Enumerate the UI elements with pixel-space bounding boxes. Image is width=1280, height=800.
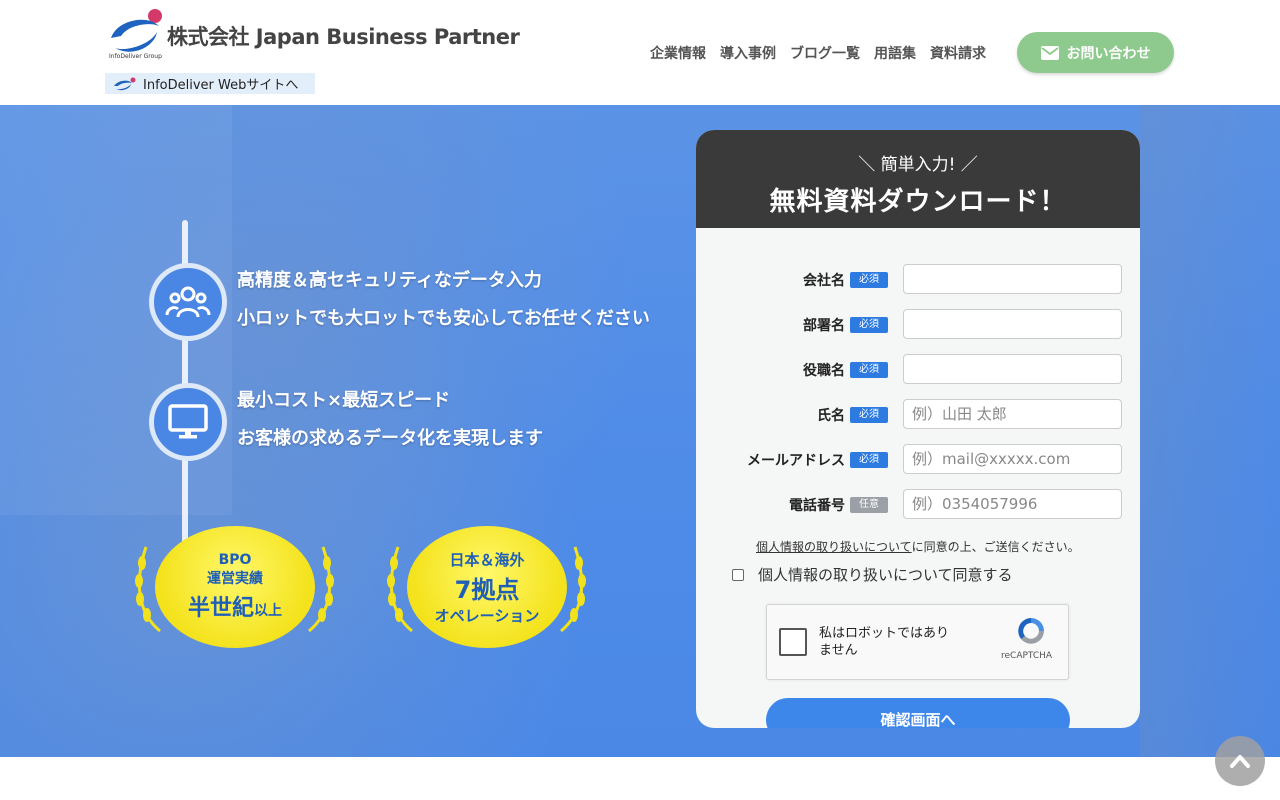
badge-2-line1: 日本＆海外: [449, 550, 525, 569]
field-email: メールアドレス 必須: [696, 444, 1140, 474]
nav-blog[interactable]: ブログ一覧: [790, 43, 860, 63]
badge-1-line3: 半世紀: [187, 596, 254, 621]
field-company: 会社名 必須: [696, 264, 1140, 294]
scroll-to-top-button[interactable]: [1215, 736, 1265, 786]
field-label: メールアドレス: [747, 453, 845, 469]
form-subtitle: ＼ 簡単入力! ／: [858, 155, 978, 175]
company-logo[interactable]: 株式会社 Japan Business Partner InfoDeliver …: [107, 6, 520, 66]
privacy-agree[interactable]: 個人情報の取り扱いについて同意する: [732, 564, 1013, 585]
badge-bpo-track-record: BPO 運営実績 半世紀以上: [155, 526, 315, 648]
nav-documents[interactable]: 資料請求: [930, 43, 986, 63]
badge-global-locations: 日本＆海外 7拠点 オペレーション: [407, 526, 567, 648]
contact-button[interactable]: お問い合わせ: [1017, 32, 1174, 73]
field-label: 氏名: [817, 408, 845, 424]
feature-1-line2: 小ロットでも大ロットでも安心してお任せください: [237, 308, 650, 329]
feature-1-line1: 高精度＆高セキュリティなデータ入力: [237, 270, 542, 291]
required-tag: 必須: [850, 272, 888, 288]
feature-2-line1: 最小コスト×最短スピード: [237, 390, 451, 411]
required-tag: 必須: [850, 452, 888, 468]
badge-1-line2: 運営実績: [207, 571, 263, 587]
field-label: 会社名: [803, 273, 845, 289]
recaptcha-text: 私はロボットではありません: [819, 626, 950, 658]
field-label: 部署名: [803, 318, 845, 334]
people-icon: [165, 286, 211, 318]
field-department: 部署名 必須: [696, 309, 1140, 339]
site-header: 株式会社 Japan Business Partner InfoDeliver …: [0, 0, 1280, 105]
main-nav: 企業情報 導入事例 ブログ一覧 用語集 資料請求: [650, 43, 986, 63]
email-input[interactable]: [903, 444, 1122, 474]
phone-input[interactable]: [903, 489, 1122, 519]
recaptcha-brand: reCAPTCHA: [1001, 651, 1053, 661]
field-name: 氏名 必須: [696, 399, 1140, 429]
company-name: 株式会社 Japan Business Partner: [167, 25, 520, 49]
download-form: ＼ 簡単入力! ／ 無料資料ダウンロード！ 会社名 必須 部署名 必須 役職名 …: [696, 130, 1140, 728]
badge-1-line1: BPO: [218, 552, 252, 568]
badge-2-line2: 7拠点: [454, 575, 520, 604]
feature-2: 最小コスト×最短スピード お客様の求めるデータ化を実現します: [237, 382, 543, 458]
feature-icon-1: [149, 263, 227, 341]
optional-tag: 任意: [850, 497, 888, 513]
infodeliver-link-label: InfoDeliver Webサイトへ: [143, 78, 299, 93]
infodeliver-link[interactable]: InfoDeliver Webサイトへ: [105, 73, 315, 94]
field-position: 役職名 必須: [696, 354, 1140, 384]
infodeliver-logo-icon: [114, 77, 136, 90]
form-title: 無料資料ダウンロード！: [769, 187, 1067, 217]
badge-2-line3: オペレーション: [434, 606, 540, 625]
privacy-note: 個人情報の取り扱いについてに同意の上、ご送信ください。: [756, 538, 1080, 555]
field-label: 電話番号: [789, 498, 845, 514]
position-input[interactable]: [903, 354, 1122, 384]
background-photo-right: [1140, 105, 1280, 757]
badge-1-suffix: 以上: [254, 603, 282, 619]
required-tag: 必須: [850, 407, 888, 423]
nav-company[interactable]: 企業情報: [650, 43, 706, 63]
feature-2-line2: お客様の求めるデータ化を実現します: [237, 428, 543, 449]
department-input[interactable]: [903, 309, 1122, 339]
recaptcha-widget: 私はロボットではありません reCAPTCHA: [766, 604, 1069, 680]
envelope-icon: [1040, 45, 1059, 60]
field-label: 役職名: [803, 363, 845, 379]
agree-label: 個人情報の取り扱いについて同意する: [758, 566, 1013, 584]
chevron-up-icon: [1230, 755, 1250, 768]
monitor-icon: [168, 404, 208, 439]
feature-icon-2: [149, 383, 227, 461]
form-header: ＼ 簡単入力! ／ 無料資料ダウンロード！: [696, 130, 1140, 228]
company-input[interactable]: [903, 264, 1122, 294]
feature-1: 高精度＆高セキュリティなデータ入力 小ロットでも大ロットでも安心してお任せくださ…: [237, 262, 650, 338]
nav-case-studies[interactable]: 導入事例: [720, 43, 776, 63]
required-tag: 必須: [850, 317, 888, 333]
agree-checkbox[interactable]: [732, 568, 744, 581]
name-input[interactable]: [903, 399, 1122, 429]
group-label: InfoDeliver Group: [109, 53, 162, 60]
field-phone: 電話番号 任意: [696, 489, 1140, 519]
confirm-button[interactable]: 確認画面へ: [766, 698, 1070, 728]
required-tag: 必須: [850, 362, 888, 378]
badge-1-line3-wrap: 半世紀以上: [188, 590, 282, 622]
privacy-note-suffix: に同意の上、ご送信ください。: [911, 540, 1080, 554]
nav-glossary[interactable]: 用語集: [874, 43, 916, 63]
recaptcha-logo-icon: [1018, 618, 1044, 644]
privacy-policy-link[interactable]: 個人情報の取り扱いについて: [756, 540, 912, 554]
contact-button-label: お問い合わせ: [1066, 45, 1151, 62]
recaptcha-checkbox[interactable]: [779, 628, 807, 656]
